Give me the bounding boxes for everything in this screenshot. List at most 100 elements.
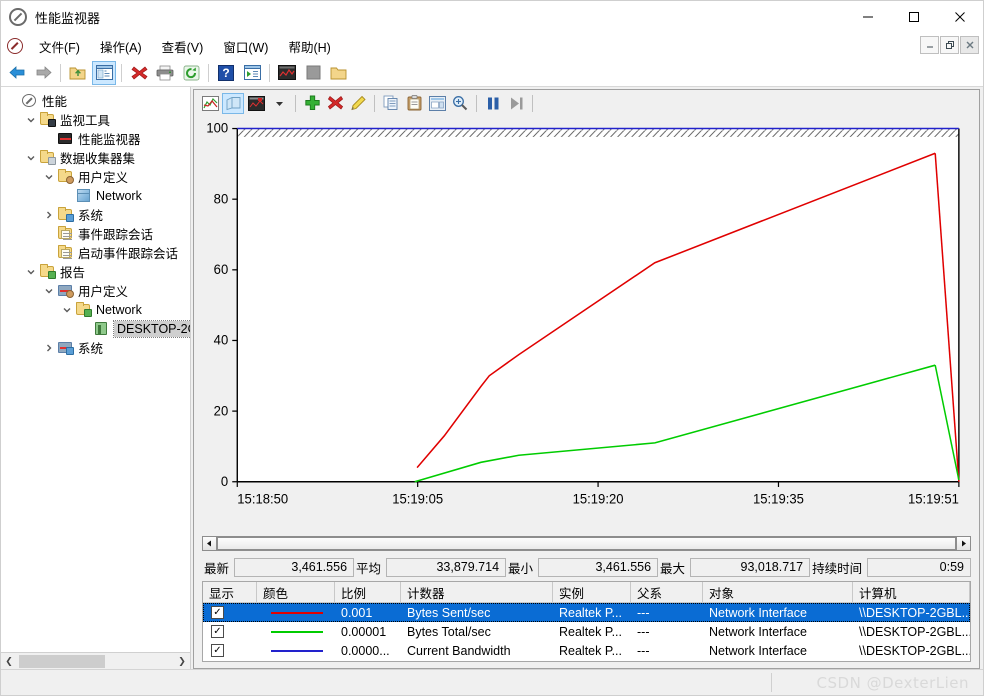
chevron-down-icon[interactable] (23, 153, 39, 163)
tree-item-reports-network[interactable]: Network (1, 300, 190, 319)
stop-icon[interactable] (301, 61, 325, 85)
delete-icon[interactable] (127, 61, 151, 85)
chevron-right-icon[interactable] (41, 343, 57, 353)
view-report-icon[interactable] (245, 93, 267, 114)
counter-list[interactable]: 显示 颜色 比例 计数器 实例 父系 对象 计算机 ✓ 0.001 Bytes Sent/sec R… (202, 581, 971, 662)
forward-icon[interactable] (31, 61, 55, 85)
tree-item-system[interactable]: 系统 (1, 205, 190, 224)
tree-horizontal-scrollbar[interactable]: ❮ ❯ (1, 652, 190, 669)
mdi-window-controls (920, 36, 979, 54)
counter-visibility-cell[interactable]: ✓ (203, 622, 257, 641)
tree-scroll-thumb[interactable] (19, 654, 105, 668)
properties-icon[interactable] (426, 93, 448, 114)
back-icon[interactable] (5, 61, 29, 85)
console-tree[interactable]: 性能 监视工具 性能监视器 数据收集器集 用户定义 Network 系统 事件跟踪会话 启动事件… (1, 87, 190, 652)
close-button[interactable] (937, 1, 983, 33)
tree-scroll-right-arrow[interactable]: ❯ (174, 654, 190, 669)
highlight-icon[interactable] (347, 93, 369, 114)
tree-item-user-defined[interactable]: 用户定义 (1, 167, 190, 186)
tree-item-monitoring-tools[interactable]: 监视工具 (1, 110, 190, 129)
mdi-restore-button[interactable] (940, 36, 959, 54)
tree-item-data-collector-sets[interactable]: 数据收集器集 (1, 148, 190, 167)
tree-item-reports-system[interactable]: 系统 (1, 338, 190, 357)
status-bar: CSDN @DexterLien (1, 669, 983, 695)
counter-visibility-cell[interactable]: ✓ (203, 641, 257, 660)
chevron-right-icon[interactable] (41, 210, 57, 220)
title-bar: 性能监视器 (1, 1, 983, 33)
graph-scroll-thumb[interactable] (217, 537, 956, 550)
copy-properties-icon[interactable] (380, 93, 402, 114)
perfmon-view-icon[interactable] (275, 61, 299, 85)
x-axis-tick-label: 15:19:35 (753, 491, 804, 506)
help-icon[interactable]: ? (214, 61, 238, 85)
delete-counter-icon[interactable] (324, 93, 346, 114)
column-header[interactable]: 显示 (203, 582, 257, 602)
tree-item-reports[interactable]: 报告 (1, 262, 190, 281)
column-header[interactable]: 计算机 (853, 582, 970, 602)
update-data-icon[interactable] (505, 93, 527, 114)
chevron-down-icon[interactable] (59, 305, 75, 315)
counter-list-body[interactable]: ✓ 0.001 Bytes Sent/sec Realtek P... --- Netwo… (203, 603, 970, 660)
tree-item-startup-event-trace-sessions[interactable]: 启动事件跟踪会话 (1, 243, 190, 262)
view-dropdown-icon[interactable] (268, 93, 290, 114)
paste-counter-list-icon[interactable] (403, 93, 425, 114)
properties-icon[interactable] (240, 61, 264, 85)
table-row[interactable]: ✓ 0.00001 Bytes Total/sec Realtek P... --- Ne… (203, 622, 970, 641)
mdi-minimize-button[interactable] (920, 36, 939, 54)
tree-item-network[interactable]: Network (1, 186, 190, 205)
counter-checkbox[interactable]: ✓ (211, 644, 224, 657)
chevron-down-icon[interactable] (23, 115, 39, 125)
tree-item-reports-user-defined[interactable]: 用户定义 (1, 281, 190, 300)
menu-help[interactable]: 帮助(H) (278, 34, 340, 59)
table-row[interactable]: ✓ 0.0000... Current Bandwidth Realtek P... -… (203, 641, 970, 660)
performance-graph[interactable]: 0 20 40 60 80 100 15:18:50 15:19:05 15:19:20 15:1… (194, 116, 979, 534)
tree-item-event-trace-sessions[interactable]: 事件跟踪会话 (1, 224, 190, 243)
column-header[interactable]: 比例 (335, 582, 401, 602)
new-folder-icon[interactable] (327, 61, 351, 85)
counter-computer-cell: \\DESKTOP-2GBL... (859, 624, 970, 639)
view-histogram-icon[interactable] (222, 92, 244, 114)
column-header[interactable]: 父系 (631, 582, 703, 602)
counter-visibility-cell[interactable]: ✓ (203, 603, 257, 622)
print-icon[interactable] (153, 61, 177, 85)
graph-horizontal-scrollbar[interactable] (194, 534, 979, 553)
tree-scroll-track[interactable] (17, 653, 174, 669)
counter-computer-cell: \\DESKTOP-2GBL... (859, 605, 970, 620)
menu-window[interactable]: 窗口(W) (213, 34, 278, 59)
tree-item-performance[interactable]: 性能 (1, 91, 190, 110)
show-console-tree-icon[interactable] (92, 60, 116, 85)
maximize-button[interactable] (891, 1, 937, 33)
table-row[interactable]: ✓ 0.001 Bytes Sent/sec Realtek P... --- Netwo… (203, 603, 970, 622)
counter-checkbox[interactable]: ✓ (211, 625, 224, 638)
column-header[interactable]: 颜色 (257, 582, 335, 602)
counter-checkbox[interactable]: ✓ (211, 606, 224, 619)
minimize-button[interactable] (845, 1, 891, 33)
menu-view[interactable]: 查看(V) (152, 34, 214, 59)
add-counter-icon[interactable] (301, 93, 323, 114)
freeze-display-icon[interactable] (482, 93, 504, 114)
maximum-value: 93,018.717 (690, 557, 811, 577)
column-header[interactable]: 实例 (553, 582, 631, 602)
report-blue-icon (57, 340, 74, 355)
graph-area[interactable]: 0 20 40 60 80 100 15:18:50 15:19:05 15:19:20 15:1… (194, 116, 979, 534)
chevron-down-icon[interactable] (41, 286, 57, 296)
menu-action[interactable]: 操作(A) (90, 34, 152, 59)
graph-scroll-track[interactable] (217, 536, 956, 551)
latest-value: 3,461.556 (234, 557, 355, 577)
column-header[interactable]: 对象 (703, 582, 853, 602)
refresh-icon[interactable] (179, 61, 203, 85)
tree-scroll-left-arrow[interactable]: ❮ (1, 654, 17, 669)
up-folder-icon[interactable] (66, 61, 90, 85)
graph-scroll-left-arrow[interactable] (202, 536, 217, 551)
chevron-down-icon[interactable] (23, 267, 39, 277)
graph-scroll-right-arrow[interactable] (956, 536, 971, 551)
y-axis-tick-label: 20 (214, 403, 229, 418)
column-header[interactable]: 计数器 (401, 582, 553, 602)
mdi-close-button[interactable] (960, 36, 979, 54)
menu-file[interactable]: 文件(F) (29, 34, 90, 59)
zoom-icon[interactable] (449, 93, 471, 114)
tree-item-desktop-2gb[interactable]: DESKTOP-2GB (1, 319, 190, 338)
view-graph-icon[interactable] (199, 93, 221, 114)
chevron-down-icon[interactable] (41, 172, 57, 182)
tree-item-performance-monitor[interactable]: 性能监视器 (1, 129, 190, 148)
